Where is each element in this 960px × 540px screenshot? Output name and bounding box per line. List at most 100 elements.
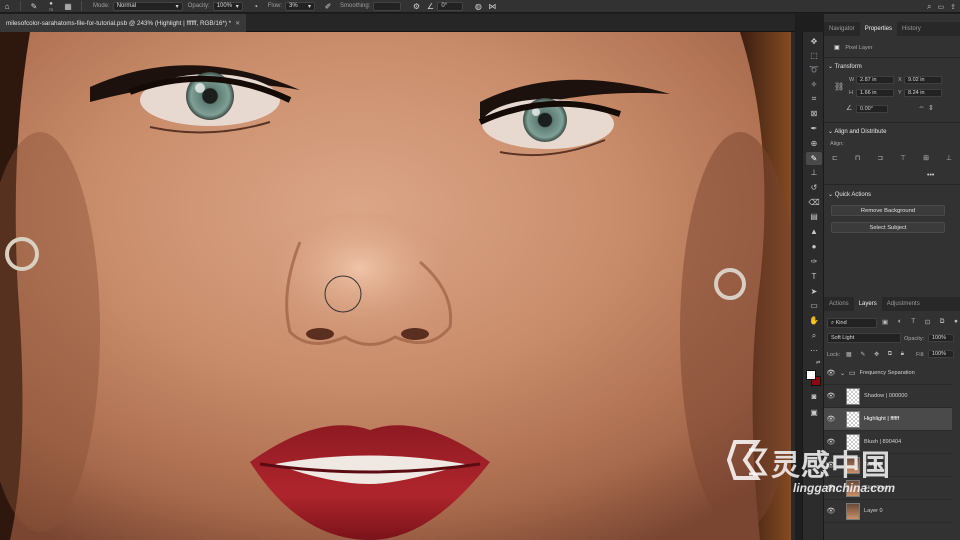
blur-tool-icon[interactable]: ▲ <box>806 225 822 238</box>
marquee-tool-icon[interactable]: ⬚ <box>806 49 822 62</box>
layer-row-selected[interactable]: 👁︎ Highlight | ffffff <box>824 408 952 431</box>
clone-stamp-tool-icon[interactable]: ⊥ <box>806 166 822 179</box>
lasso-tool-icon[interactable]: ➰ <box>806 63 822 76</box>
lock-all-icon[interactable]: 🔒︎ <box>901 351 904 358</box>
healing-brush-tool-icon[interactable]: ⊕ <box>806 137 822 150</box>
tab-navigator[interactable]: Navigator <box>824 22 860 36</box>
x-field[interactable]: 9.02 in <box>904 76 942 84</box>
brush-settings-icon[interactable]: ▦ <box>61 0 75 12</box>
filter-shape-icon[interactable]: ⊡ <box>925 318 930 326</box>
smoothing-field[interactable] <box>373 1 402 11</box>
eye-icon[interactable]: 👁︎ <box>824 392 838 400</box>
symmetry-butterfly-icon[interactable]: ⋈ <box>485 0 499 12</box>
chevron-down-icon[interactable]: ⌄ <box>840 370 845 377</box>
move-tool-icon[interactable]: ✥ <box>806 35 822 48</box>
eraser-tool-icon[interactable]: ⌫ <box>806 196 822 209</box>
dodge-tool-icon[interactable]: ● <box>806 240 822 253</box>
layer-opacity-field[interactable]: 100% <box>928 334 954 342</box>
fill-field[interactable]: 100% <box>928 350 954 358</box>
more-tools-icon[interactable]: ⋯ <box>806 344 822 357</box>
airbrush-icon[interactable]: ✐ <box>321 0 335 12</box>
close-icon[interactable]: ✕ <box>235 20 240 27</box>
smoothing-settings-gear-icon[interactable]: ⚙ <box>409 0 423 12</box>
flip-vertical-icon[interactable]: ⇕ <box>928 104 934 112</box>
angle-field[interactable]: 0° <box>437 1 464 11</box>
filter-smart-icon[interactable]: ⧉ <box>940 318 945 326</box>
history-brush-tool-icon[interactable]: ↺ <box>806 181 822 194</box>
pressure-size-icon[interactable]: ◍ <box>471 0 485 12</box>
layer-row[interactable]: 👁︎ Layer 0 <box>824 500 952 523</box>
link-proportions-icon[interactable]: ⛓ <box>834 82 844 91</box>
eye-icon[interactable]: 👁︎ <box>824 415 838 423</box>
layer-row[interactable]: 👁︎ Skin Tone <box>824 477 952 500</box>
quick-actions-title[interactable]: ⌄ Quick Actions <box>828 191 871 198</box>
height-field[interactable]: 1.66 in <box>856 89 894 97</box>
y-field[interactable]: 8.24 in <box>904 89 942 97</box>
layer-row[interactable]: 👁︎ Shadow | 000000 <box>824 385 952 408</box>
tab-layers[interactable]: Layers <box>853 297 882 311</box>
align-top-icon[interactable]: ⊤ <box>900 154 906 162</box>
screen-mode-icon[interactable]: ▣ <box>806 406 822 419</box>
transform-section-title[interactable]: ⌄ Transform <box>828 63 862 70</box>
brush-preset-picker[interactable]: ● 70 <box>41 0 61 12</box>
layer-filter-dropdown[interactable]: ⌕ Kind <box>827 318 877 328</box>
select-subject-button[interactable]: Select Subject <box>831 222 945 233</box>
foreground-color-swatch[interactable] <box>806 370 816 380</box>
layer-group-frequency-separation[interactable]: 👁︎ ⌄ ▭ Frequency Separation <box>824 362 952 385</box>
eye-icon[interactable]: 👁︎ <box>824 461 838 469</box>
opacity-field[interactable]: 100% ▾ <box>212 1 243 11</box>
workspace-icon[interactable]: ▭ <box>938 3 945 11</box>
align-middle-v-icon[interactable]: ⊞ <box>923 154 929 162</box>
eye-icon[interactable]: 👁︎ <box>824 369 838 377</box>
filter-toggle-icon[interactable]: ● <box>954 318 958 326</box>
hand-tool-icon[interactable]: ✋ <box>806 314 822 327</box>
shape-tool-icon[interactable]: ▭ <box>806 299 822 312</box>
crop-tool-icon[interactable]: ⌗ <box>806 92 822 105</box>
pen-tool-icon[interactable]: ✑ <box>806 255 822 268</box>
canvas[interactable] <box>0 32 795 540</box>
gradient-tool-icon[interactable]: ▤ <box>806 210 822 223</box>
document-tab[interactable]: milesofcolor-sarahatoms-file-for-tutoria… <box>0 14 247 32</box>
layer-row[interactable]: 👁︎ Blush | 890404 <box>824 431 952 454</box>
remove-background-button[interactable]: Remove Background <box>831 205 945 216</box>
search-icon[interactable]: ⌕ <box>927 2 931 12</box>
eye-icon[interactable]: 👁︎ <box>824 507 838 515</box>
layer-row[interactable]: 👁︎ Texture <box>824 454 952 477</box>
width-field[interactable]: 2.87 in <box>856 76 894 84</box>
lock-pixels-icon[interactable]: ✎ <box>860 351 865 358</box>
brush-tool-icon[interactable]: ✎ <box>806 152 822 165</box>
eye-icon[interactable]: 👁︎ <box>824 484 838 492</box>
align-left-icon[interactable]: ⊏ <box>832 154 838 162</box>
eyedropper-tool-icon[interactable]: ✒ <box>806 122 822 135</box>
blend-mode-dropdown[interactable]: Soft Light <box>827 333 901 343</box>
eye-icon[interactable]: 👁︎ <box>824 438 838 446</box>
path-select-tool-icon[interactable]: ➤ <box>806 285 822 298</box>
brush-tool-icon[interactable]: ✎ <box>27 0 41 12</box>
align-section-title[interactable]: ⌄ Align and Distribute <box>828 128 886 135</box>
filter-pixel-icon[interactable]: ▣ <box>882 318 888 326</box>
quick-mask-icon[interactable]: ◙ <box>806 390 822 403</box>
mode-dropdown[interactable]: Normal ▾ <box>112 1 183 11</box>
lock-transparency-icon[interactable]: ▦ <box>846 351 852 358</box>
type-tool-icon[interactable]: T <box>806 270 822 283</box>
zoom-tool-icon[interactable]: ⌕ <box>806 329 822 342</box>
lock-position-icon[interactable]: ✥ <box>874 351 879 358</box>
vertical-scrollbar[interactable] <box>791 32 795 540</box>
quick-select-tool-icon[interactable]: ✧ <box>806 78 822 91</box>
tab-adjustments[interactable]: Adjustments <box>882 297 925 311</box>
align-right-icon[interactable]: ⊐ <box>877 154 883 162</box>
lock-artboard-icon[interactable]: ⧉ <box>888 351 892 358</box>
filter-type-icon[interactable]: T <box>911 318 915 326</box>
filter-adjustment-icon[interactable]: ◐ <box>898 318 902 326</box>
tab-actions[interactable]: Actions <box>824 297 854 311</box>
tab-properties[interactable]: Properties <box>859 22 898 36</box>
swap-colors-icon[interactable]: ⇄ <box>816 360 820 366</box>
flow-field[interactable]: 3% ▾ <box>285 1 316 11</box>
tab-history[interactable]: History <box>897 22 926 36</box>
align-bottom-icon[interactable]: ⊥ <box>946 154 952 162</box>
share-icon[interactable]: ⇪ <box>950 3 956 11</box>
home-icon[interactable]: ⌂ <box>0 0 14 12</box>
flip-horizontal-icon[interactable]: ⇔ <box>918 104 925 111</box>
pressure-opacity-icon[interactable]: ◔ <box>249 0 263 12</box>
frame-tool-icon[interactable]: ⊠ <box>806 107 822 120</box>
